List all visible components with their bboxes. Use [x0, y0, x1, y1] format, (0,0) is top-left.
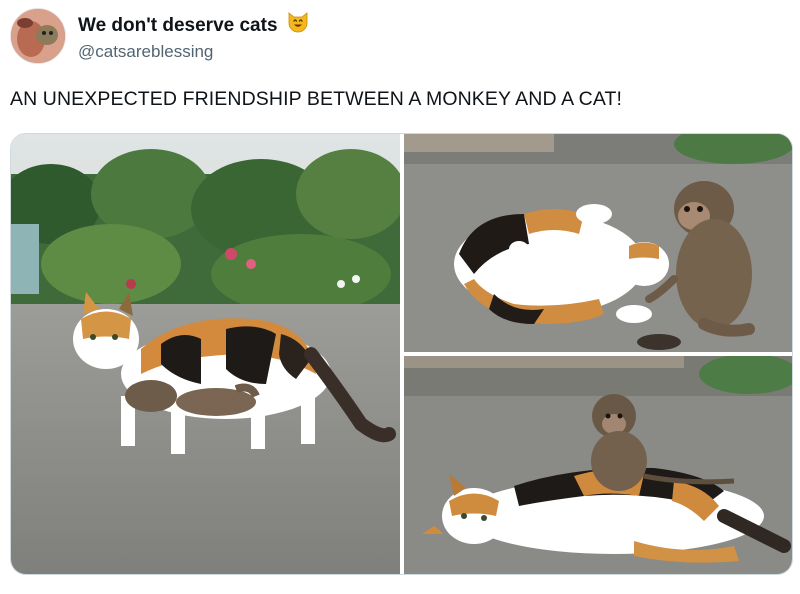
avatar[interactable] [10, 8, 66, 64]
display-name[interactable]: We don't deserve cats [78, 14, 278, 38]
tweet-text: AN UNEXPECTED FRIENDSHIP BETWEEN A MONKE… [10, 88, 623, 110]
author-names: We don't deserve cats @catsareblessing [78, 10, 310, 64]
photo-cat-carrying-monkey[interactable] [11, 134, 400, 574]
photo-monkey-on-cat[interactable] [404, 356, 792, 574]
tweet-header: We don't deserve cats @catsareblessing [10, 8, 790, 64]
media-grid [10, 133, 793, 575]
photo-cat-playing-with-monkey[interactable] [404, 134, 792, 352]
author-handle[interactable]: @catsareblessing [78, 40, 310, 64]
smiling-cat-emoji-icon [286, 10, 310, 34]
